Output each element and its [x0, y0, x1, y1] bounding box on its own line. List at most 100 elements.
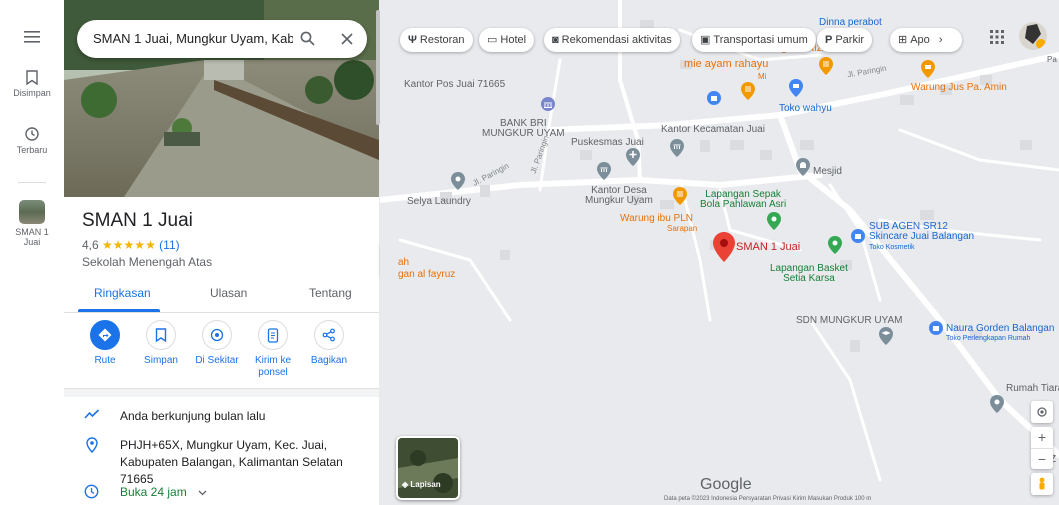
- map-label-rumah-tiara[interactable]: Rumah Tiara: [1006, 383, 1059, 394]
- rail-saved-label: Disimpan: [13, 88, 51, 98]
- park-marker-icon[interactable]: [767, 212, 781, 230]
- bus-icon: ▣: [700, 34, 711, 46]
- map-label-al-fayruz[interactable]: ah gan al fayruz: [398, 257, 455, 281]
- map-label-lapangan-basket[interactable]: Lapangan Basket Setia Karsa: [770, 264, 848, 284]
- hours-text: Buka 24 jam: [120, 484, 365, 501]
- send-to-phone-button[interactable]: Kirim ke ponsel: [243, 320, 303, 379]
- map-label-warung-jus[interactable]: Warung Jus Pa. Amin: [911, 82, 1007, 93]
- rating-stars: ★★★★★: [102, 238, 156, 252]
- map-label-naura-sub: Toko Perlengkapan Rumah: [946, 335, 1031, 342]
- address-row[interactable]: PHJH+65X, Mungkur Uyam, Kec. Juai, Kabup…: [64, 437, 379, 486]
- rail-saved-button[interactable]: Disimpan: [0, 70, 64, 98]
- search-input[interactable]: SMAN 1 Juai, Mungkur Uyam, Kabupaten Bal…: [93, 31, 293, 46]
- hospital-marker-icon[interactable]: [626, 148, 640, 166]
- visit-history-row[interactable]: Anda berkunjung bulan lalu: [64, 408, 379, 428]
- chip-hotel[interactable]: ▭ Hotel: [479, 28, 535, 52]
- layers-label: Lapisan: [410, 480, 441, 489]
- avatar[interactable]: [1019, 22, 1047, 50]
- bookmark-icon: [155, 328, 167, 342]
- store-marker-icon[interactable]: [789, 79, 803, 97]
- place-category[interactable]: Sekolah Menengah Atas: [82, 255, 212, 269]
- map-label-mie-ayam[interactable]: mie ayam rahayu: [684, 58, 768, 70]
- cafe-marker-icon[interactable]: [921, 60, 935, 78]
- zoom-out-button[interactable]: −: [1031, 449, 1053, 469]
- selected-location-pin-icon[interactable]: [713, 232, 735, 262]
- zoom-in-button[interactable]: +: [1031, 427, 1053, 449]
- review-count[interactable]: (11): [159, 238, 179, 252]
- map-label-mesjid[interactable]: Mesjid: [813, 166, 842, 177]
- map-footer[interactable]: Data peta ©2023 Indonesia Persyaratan Pr…: [664, 496, 871, 502]
- chevron-right-icon[interactable]: ›: [939, 34, 943, 46]
- parking-icon: P: [825, 34, 833, 46]
- hotel-icon: ▭: [487, 34, 498, 46]
- map-label-kantor-kecamatan[interactable]: Kantor Kecamatan Juai: [661, 124, 765, 135]
- google-logo: Google: [700, 476, 752, 493]
- layers-icon: ◈: [402, 480, 409, 489]
- nearby-button[interactable]: Di Sekitar: [187, 320, 247, 366]
- rail-recent-button[interactable]: Terbaru: [0, 126, 64, 155]
- menu-button[interactable]: [24, 30, 40, 49]
- mosque-marker-icon[interactable]: [796, 158, 810, 176]
- nearby-label: Di Sekitar: [195, 355, 239, 366]
- shopping-marker-icon[interactable]: [707, 91, 721, 105]
- map-label-sdn[interactable]: SDN MUNGKUR UYAM: [796, 315, 902, 326]
- action-buttons: Rute Simpan Di Sekitar Kirim ke ponsel B…: [64, 320, 379, 389]
- map-label-puskesmas[interactable]: Puskesmas Juai: [571, 137, 644, 148]
- map-label-kantor-pos[interactable]: Kantor Pos Juai 71665: [404, 79, 505, 90]
- my-location-button[interactable]: [1031, 401, 1053, 423]
- restaurant-icon: Ψ: [408, 34, 417, 46]
- active-tab-indicator: [78, 309, 160, 312]
- rail-place-button[interactable]: SMAN 1 Juai: [0, 200, 64, 247]
- chip-parkir[interactable]: P Parkir: [817, 28, 873, 52]
- chip-apotek[interactable]: ⊞ Apo ›: [890, 28, 962, 52]
- pegman-button[interactable]: [1031, 473, 1053, 495]
- chip-restoran[interactable]: Ψ Restoran: [400, 28, 473, 52]
- restaurant-marker-icon[interactable]: [741, 82, 755, 100]
- park-marker-icon[interactable]: [828, 236, 842, 254]
- search-icon[interactable]: [300, 31, 315, 46]
- side-rail: Disimpan Terbaru SMAN 1 Juai: [0, 0, 65, 505]
- map-label-sman-1-juai[interactable]: SMAN 1 Juai: [736, 241, 800, 253]
- rating-row[interactable]: 4,6 ★★★★★ (11): [82, 238, 180, 252]
- bank-marker-icon[interactable]: [541, 97, 555, 111]
- chip-transportasi-umum[interactable]: ▣ Transportasi umum: [692, 28, 816, 52]
- shopping-marker-icon[interactable]: [851, 229, 865, 243]
- map-label-toko-wahyu[interactable]: Toko wahyu: [779, 103, 832, 114]
- save-button[interactable]: Simpan: [131, 320, 191, 366]
- map-label-lapangan-sepak[interactable]: Lapangan Sepak Bola Pahlawan Asri: [700, 190, 786, 210]
- restaurant-marker-icon[interactable]: [673, 187, 687, 205]
- phone-icon: [267, 327, 279, 343]
- government-marker-icon[interactable]: [670, 139, 684, 157]
- map-label-sub-agen[interactable]: SUB AGEN SR12 Skincare Juai Balangan: [869, 222, 974, 242]
- tab-about[interactable]: Tentang: [309, 286, 352, 300]
- directions-button[interactable]: Rute: [75, 320, 135, 366]
- share-button[interactable]: Bagikan: [299, 320, 359, 366]
- chip-rekomendasi-aktivitas[interactable]: ◙ Rekomendasi aktivitas: [544, 28, 680, 52]
- map-label-warung-pln[interactable]: Warung ibu PLN: [620, 213, 693, 224]
- map-label-bank-bri[interactable]: BANK BRI MUNGKUR UYAM: [482, 119, 565, 139]
- tab-overview[interactable]: Ringkasan: [94, 286, 151, 300]
- rail-recent-label: Terbaru: [16, 145, 48, 155]
- hours-row[interactable]: Buka 24 jam: [64, 484, 379, 504]
- map-label-selya-laundry[interactable]: Selya Laundry: [407, 196, 471, 207]
- my-location-icon: [1037, 407, 1047, 417]
- send-to-phone-label: Kirim ke ponsel: [254, 355, 292, 378]
- map-label-kantor-desa[interactable]: Kantor Desa Mungkur Uyam: [585, 186, 653, 206]
- directions-label: Rute: [94, 355, 116, 366]
- place-panel: SMAN 1 Juai 4,6 ★★★★★ (11) Sekolah Menen…: [64, 0, 379, 505]
- government-marker-icon[interactable]: [597, 162, 611, 180]
- place-marker-icon[interactable]: [451, 172, 465, 190]
- shopping-marker-icon[interactable]: [929, 321, 943, 335]
- school-marker-icon[interactable]: [879, 327, 893, 345]
- close-icon[interactable]: [341, 33, 353, 45]
- search-box: SMAN 1 Juai, Mungkur Uyam, Kabupaten Bal…: [77, 20, 367, 58]
- apps-grid-icon[interactable]: [990, 30, 1004, 44]
- restaurant-marker-icon[interactable]: [819, 57, 833, 75]
- map-label-naura[interactable]: Naura Gorden Balangan: [946, 323, 1054, 334]
- tab-reviews[interactable]: Ulasan: [210, 286, 247, 300]
- satellite-thumbnail: [398, 438, 458, 498]
- layers-button[interactable]: ◈ Lapisan: [396, 436, 460, 500]
- bookmark-icon: [26, 70, 38, 85]
- map-label-dinna[interactable]: Dinna perabot: [819, 17, 882, 28]
- place-marker-icon[interactable]: [990, 395, 1004, 413]
